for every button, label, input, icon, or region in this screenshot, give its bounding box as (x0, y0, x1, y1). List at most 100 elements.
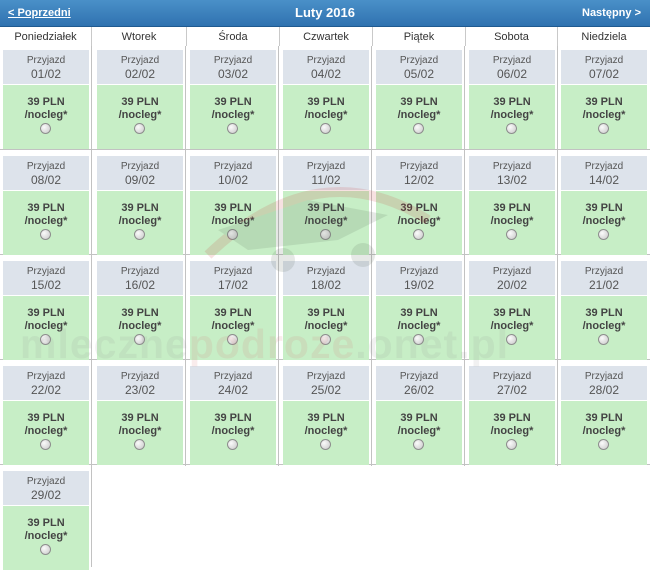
day-price-area[interactable]: 39 PLN/nocleg* (469, 296, 555, 360)
select-day-radio[interactable] (227, 439, 238, 450)
day-cell[interactable]: Przyjazd 18/02 39 PLN/nocleg* (283, 261, 369, 360)
select-day-radio[interactable] (413, 334, 424, 345)
day-price-area[interactable]: 39 PLN/nocleg* (376, 85, 462, 149)
day-price-area[interactable]: 39 PLN/nocleg* (3, 506, 89, 570)
day-cell[interactable]: Przyjazd 06/02 39 PLN/nocleg* (469, 50, 555, 149)
day-cell[interactable]: Przyjazd 11/02 39 PLN/nocleg* (283, 156, 369, 255)
day-price-area[interactable]: 39 PLN/nocleg* (190, 85, 276, 149)
day-price-area[interactable]: 39 PLN/nocleg* (283, 296, 369, 360)
day-cell[interactable]: Przyjazd 15/02 39 PLN/nocleg* (3, 261, 89, 360)
per-night-label: /nocleg* (211, 109, 255, 121)
day-price-area[interactable]: 39 PLN/nocleg* (190, 296, 276, 360)
day-price-area[interactable]: 39 PLN/nocleg* (469, 191, 555, 255)
select-day-radio[interactable] (40, 334, 51, 345)
day-cell[interactable]: Przyjazd 08/02 39 PLN/nocleg* (3, 156, 89, 255)
day-price-area[interactable]: 39 PLN/nocleg* (561, 191, 647, 255)
day-cell[interactable]: Przyjazd 07/02 39 PLN/nocleg* (561, 50, 647, 149)
day-cell[interactable]: Przyjazd 09/02 39 PLN/nocleg* (97, 156, 183, 255)
day-cell[interactable]: Przyjazd 28/02 39 PLN/nocleg* (561, 366, 647, 465)
day-price-area[interactable]: 39 PLN/nocleg* (469, 401, 555, 465)
select-day-radio[interactable] (134, 229, 145, 240)
day-cell[interactable]: Przyjazd 22/02 39 PLN/nocleg* (3, 366, 89, 465)
day-cell[interactable]: Przyjazd 10/02 39 PLN/nocleg* (190, 156, 276, 255)
day-cell[interactable]: Przyjazd 21/02 39 PLN/nocleg* (561, 261, 647, 360)
select-day-radio[interactable] (227, 229, 238, 240)
select-day-radio[interactable] (320, 229, 331, 240)
day-price-area[interactable]: 39 PLN/nocleg* (3, 85, 89, 149)
day-cell[interactable]: Przyjazd 14/02 39 PLN/nocleg* (561, 156, 647, 255)
day-cell[interactable]: Przyjazd 13/02 39 PLN/nocleg* (469, 156, 555, 255)
select-day-radio[interactable] (320, 439, 331, 450)
day-price-area[interactable]: 39 PLN/nocleg* (376, 401, 462, 465)
select-day-radio[interactable] (413, 439, 424, 450)
select-day-radio[interactable] (506, 229, 517, 240)
day-date: 05/02 (403, 67, 435, 81)
day-price-area[interactable]: 39 PLN/nocleg* (3, 401, 89, 465)
day-price-area[interactable]: 39 PLN/nocleg* (97, 401, 183, 465)
day-price-area[interactable]: 39 PLN/nocleg* (190, 191, 276, 255)
select-day-radio[interactable] (134, 439, 145, 450)
grid-divider (557, 46, 558, 466)
day-price-area[interactable]: 39 PLN/nocleg* (97, 296, 183, 360)
day-cell[interactable]: Przyjazd 19/02 39 PLN/nocleg* (376, 261, 462, 360)
select-day-radio[interactable] (227, 334, 238, 345)
day-date: 25/02 (310, 383, 342, 397)
day-cell[interactable]: Przyjazd 27/02 39 PLN/nocleg* (469, 366, 555, 465)
day-price-area[interactable]: 39 PLN/nocleg* (3, 296, 89, 360)
select-day-radio[interactable] (40, 229, 51, 240)
day-price-area[interactable]: 39 PLN/nocleg* (561, 401, 647, 465)
weekday-label: Wtorek (91, 27, 186, 46)
select-day-radio[interactable] (598, 334, 609, 345)
day-price-area[interactable]: 39 PLN/nocleg* (376, 296, 462, 360)
select-day-radio[interactable] (506, 439, 517, 450)
day-cell[interactable]: Przyjazd 23/02 39 PLN/nocleg* (97, 366, 183, 465)
day-cell[interactable]: Przyjazd 12/02 39 PLN/nocleg* (376, 156, 462, 255)
select-day-radio[interactable] (40, 439, 51, 450)
day-price-area[interactable]: 39 PLN/nocleg* (97, 191, 183, 255)
select-day-radio[interactable] (413, 229, 424, 240)
per-night-label: /nocleg* (397, 320, 441, 332)
day-price-area[interactable]: 39 PLN/nocleg* (561, 85, 647, 149)
day-cell[interactable]: Przyjazd 16/02 39 PLN/nocleg* (97, 261, 183, 360)
day-cell[interactable]: Przyjazd 05/02 39 PLN/nocleg* (376, 50, 462, 149)
day-cell[interactable]: Przyjazd 20/02 39 PLN/nocleg* (469, 261, 555, 360)
day-date-header: Przyjazd 21/02 (561, 261, 647, 295)
select-day-radio[interactable] (598, 439, 609, 450)
select-day-radio[interactable] (598, 123, 609, 134)
day-price-area[interactable]: 39 PLN/nocleg* (561, 296, 647, 360)
day-cell[interactable]: Przyjazd 02/02 39 PLN/nocleg* (97, 50, 183, 149)
day-date: 02/02 (124, 67, 156, 81)
day-cell[interactable]: Przyjazd 17/02 39 PLN/nocleg* (190, 261, 276, 360)
select-day-radio[interactable] (506, 334, 517, 345)
day-cell[interactable]: Przyjazd 29/02 39 PLN/nocleg* (3, 471, 89, 570)
select-day-radio[interactable] (598, 229, 609, 240)
day-price-area[interactable]: 39 PLN/nocleg* (97, 85, 183, 149)
day-cell[interactable]: Przyjazd 04/02 39 PLN/nocleg* (283, 50, 369, 149)
day-cell[interactable]: Przyjazd 26/02 39 PLN/nocleg* (376, 366, 462, 465)
per-night-label: /nocleg* (211, 320, 255, 332)
select-day-radio[interactable] (320, 123, 331, 134)
price-label: 39 PLN (27, 412, 65, 424)
arrival-label: Przyjazd (213, 161, 253, 172)
day-cell[interactable]: Przyjazd 25/02 39 PLN/nocleg* (283, 366, 369, 465)
select-day-radio[interactable] (134, 123, 145, 134)
day-cell[interactable]: Przyjazd 01/02 39 PLN/nocleg* (3, 50, 89, 149)
select-day-radio[interactable] (134, 334, 145, 345)
select-day-radio[interactable] (227, 123, 238, 134)
day-price-area[interactable]: 39 PLN/nocleg* (283, 191, 369, 255)
day-price-area[interactable]: 39 PLN/nocleg* (190, 401, 276, 465)
select-day-radio[interactable] (40, 123, 51, 134)
day-cell[interactable]: Przyjazd 24/02 39 PLN/nocleg* (190, 366, 276, 465)
day-price-area[interactable]: 39 PLN/nocleg* (376, 191, 462, 255)
select-day-radio[interactable] (40, 544, 51, 555)
day-price-area[interactable]: 39 PLN/nocleg* (283, 85, 369, 149)
select-day-radio[interactable] (413, 123, 424, 134)
day-price-area[interactable]: 39 PLN/nocleg* (3, 191, 89, 255)
day-cell[interactable]: Przyjazd 03/02 39 PLN/nocleg* (190, 50, 276, 149)
select-day-radio[interactable] (506, 123, 517, 134)
day-date-header: Przyjazd 28/02 (561, 366, 647, 400)
next-month-link[interactable]: Następny > (582, 7, 641, 19)
select-day-radio[interactable] (320, 334, 331, 345)
day-price-area[interactable]: 39 PLN/nocleg* (469, 85, 555, 149)
day-price-area[interactable]: 39 PLN/nocleg* (283, 401, 369, 465)
